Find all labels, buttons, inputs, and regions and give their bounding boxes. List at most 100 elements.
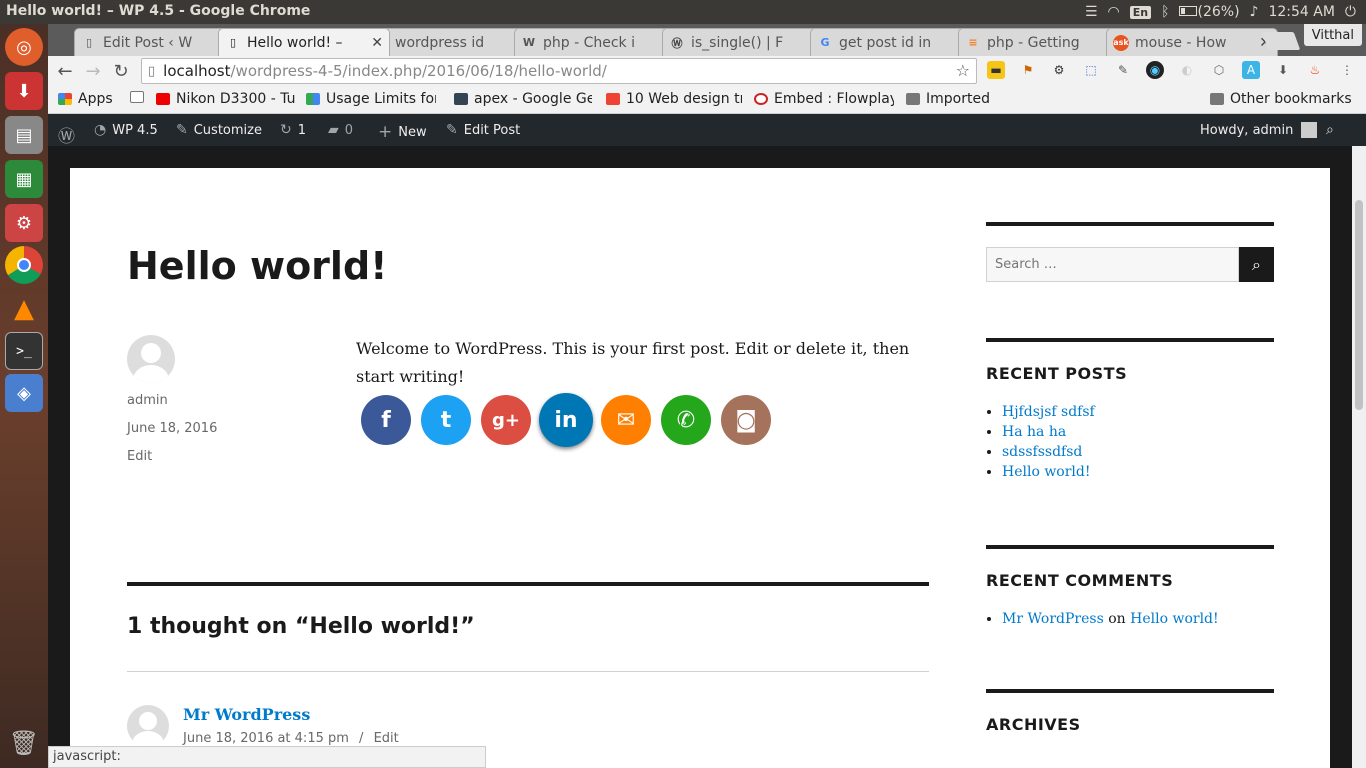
chrome-icon[interactable]: [5, 246, 43, 284]
pencil-icon: ✎: [446, 122, 458, 138]
fire-icon[interactable]: ♨: [1306, 61, 1324, 79]
page-info-icon[interactable]: ▯: [148, 64, 155, 79]
keyboard-layout[interactable]: En: [1129, 5, 1152, 19]
recent-posts-list: Hjfdsjsf sdfsf Ha ha ha sdssfssdfsd Hell…: [1002, 404, 1095, 484]
bookmark-apps[interactable]: Apps: [58, 91, 113, 107]
whatsapp-share-button[interactable]: ✆: [661, 395, 711, 445]
extension-icon[interactable]: ▬: [987, 61, 1005, 79]
ubuntu-dash-icon[interactable]: ◎: [5, 28, 43, 66]
recent-post-link[interactable]: Ha ha ha: [1002, 424, 1066, 440]
scrollbar-thumb[interactable]: [1355, 200, 1363, 410]
wp-logo-menu[interactable]: Ⓦ: [58, 122, 81, 147]
google-plus-share-button[interactable]: g+: [481, 395, 531, 445]
avatar: [1301, 122, 1318, 138]
bookmark-apex[interactable]: apex - Google Ge: [454, 91, 592, 107]
facebook-share-button[interactable]: f: [361, 395, 411, 445]
bookmark-usage-limits[interactable]: Usage Limits for: [306, 91, 436, 107]
other-bookmarks[interactable]: Other bookmarks: [1210, 91, 1352, 107]
shield-icon[interactable]: ⬡: [1210, 61, 1228, 79]
bookmark-nikon[interactable]: Nikon D3300 - Tu: [156, 91, 298, 107]
extension-icon[interactable]: ◐: [1178, 61, 1196, 79]
instagram-share-button[interactable]: ◙: [721, 395, 771, 445]
spreadsheet-icon[interactable]: ▦: [5, 160, 43, 198]
wifi-icon[interactable]: ◠: [1108, 4, 1120, 20]
close-icon[interactable]: ✕: [371, 35, 383, 51]
bookmark-web-design[interactable]: 10 Web design tr: [606, 91, 742, 107]
bookmark-page[interactable]: [130, 91, 150, 103]
author-avatar: [127, 335, 175, 383]
comment-edit-link[interactable]: Edit: [374, 731, 399, 746]
trash-icon[interactable]: 🗑: [5, 724, 43, 762]
recent-post-link[interactable]: Hjfdsjsf sdfsf: [1002, 404, 1095, 420]
browser-toolbar: ← → ↻ ▯ localhost/wordpress-4-5/index.ph…: [48, 56, 1366, 86]
customize-link[interactable]: ✎ Customize: [176, 122, 262, 138]
tab-php-check[interactable]: Wphp - Check i✕: [514, 28, 686, 56]
gear-icon[interactable]: ⚙: [1050, 61, 1068, 79]
site-icon: [606, 93, 620, 105]
post-edit-link[interactable]: Edit: [127, 449, 152, 464]
profile-button[interactable]: Vitthal: [1303, 24, 1362, 46]
search-button[interactable]: ⌕: [1239, 247, 1274, 282]
my-account-menu[interactable]: Howdy, admin: [1200, 122, 1318, 138]
terminal-icon[interactable]: >_: [5, 332, 43, 370]
site-name-menu[interactable]: ◔ WP 4.5: [94, 122, 158, 138]
menu-icon[interactable]: ☰: [1085, 4, 1098, 20]
launcher: ◎ ⬇ ▤ ▦ ⚙ ▲ >_ ◈ 🗑: [0, 24, 48, 768]
bluetooth-icon[interactable]: ᛒ: [1161, 4, 1169, 20]
page-viewport: Hello world! admin June 18, 2016 Edit We…: [48, 146, 1366, 768]
comments-link[interactable]: ▰ 0: [328, 122, 353, 138]
battery-indicator[interactable]: (26%): [1179, 4, 1240, 20]
plus-icon: +: [378, 122, 393, 142]
tab-get-post-id[interactable]: Gget post id in✕: [810, 28, 982, 56]
comment-date[interactable]: June 18, 2016 at 4:15 pm: [183, 731, 349, 746]
search-input[interactable]: [986, 247, 1239, 282]
screenshot-icon[interactable]: ⬚: [1082, 61, 1100, 79]
recent-post-link[interactable]: Hello world!: [1002, 464, 1091, 480]
vlc-icon[interactable]: ▲: [5, 290, 43, 328]
settings-icon[interactable]: ⚙: [5, 204, 43, 242]
new-content-menu[interactable]: + New: [378, 122, 427, 142]
comment-post-link[interactable]: Hello world!: [1130, 611, 1219, 627]
download-icon[interactable]: ⬇: [1274, 61, 1292, 79]
recent-post-link[interactable]: sdssfssdfsd: [1002, 444, 1082, 460]
email-share-button[interactable]: ✉: [601, 395, 651, 445]
tab-hello-world[interactable]: ▯ Hello world! – ✕: [218, 28, 390, 56]
page-icon: [130, 91, 144, 103]
updates-link[interactable]: ↻ 1: [280, 122, 306, 138]
comment-author-link[interactable]: Mr WordPress: [1002, 611, 1104, 627]
tab-php-getting[interactable]: ≡php - Getting✕: [958, 28, 1130, 56]
tab-wordpress-id[interactable]: Gwordpress id✕: [366, 28, 538, 56]
reload-icon[interactable]: ↻: [110, 60, 132, 82]
virtualbox-icon[interactable]: ◈: [5, 374, 43, 412]
files-icon[interactable]: ▤: [5, 116, 43, 154]
new-tab-button[interactable]: [1261, 32, 1301, 50]
extension-icon[interactable]: A: [1242, 61, 1260, 79]
twitter-share-button[interactable]: t: [421, 395, 471, 445]
volume-icon[interactable]: ♪: [1250, 4, 1259, 20]
linkedin-share-button[interactable]: in: [539, 393, 593, 447]
menu-icon[interactable]: ⋮: [1338, 61, 1356, 79]
stackoverflow-icon: ≡: [968, 36, 978, 49]
address-bar[interactable]: ▯ localhost/wordpress-4-5/index.php/2016…: [141, 58, 977, 84]
color-wheel-icon[interactable]: ◉: [1146, 61, 1164, 79]
page-scrollbar[interactable]: [1352, 146, 1366, 768]
folder-icon: [906, 93, 920, 105]
post-author[interactable]: admin: [127, 393, 168, 408]
tab-mouse-how[interactable]: askmouse - How✕: [1106, 28, 1278, 56]
edit-post-link[interactable]: ✎ Edit Post: [446, 122, 520, 138]
power-icon[interactable]: ⏻: [1345, 4, 1356, 20]
bookmark-flowplay[interactable]: Embed : Flowplay: [754, 91, 894, 107]
tab-is-single[interactable]: Ⓦis_single() | F✕: [662, 28, 834, 56]
forward-icon[interactable]: →: [82, 60, 104, 82]
back-icon[interactable]: ←: [54, 60, 76, 82]
extension-icon[interactable]: ⚑: [1019, 61, 1037, 79]
updates-icon: ↻: [280, 122, 292, 138]
admin-search[interactable]: ⌕: [1326, 122, 1340, 138]
bookmark-folder-imported[interactable]: Imported: [906, 91, 990, 107]
installer-icon[interactable]: ⬇: [5, 72, 43, 110]
comment-author[interactable]: Mr WordPress: [183, 705, 310, 724]
eyedropper-icon[interactable]: ✎: [1114, 61, 1132, 79]
post-date[interactable]: June 18, 2016: [127, 421, 217, 436]
clock[interactable]: 12:54 AM: [1268, 4, 1334, 20]
bookmark-star-icon[interactable]: ☆: [956, 61, 970, 80]
